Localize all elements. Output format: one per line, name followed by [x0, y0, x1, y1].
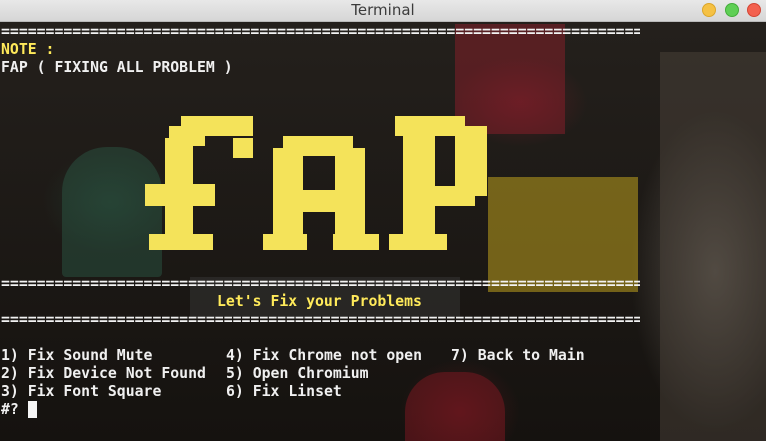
minimize-button[interactable]: [702, 3, 716, 17]
fap-ascii-banner: [145, 116, 490, 260]
menu-item-fix-sound-mute[interactable]: 1) Fix Sound Mute: [1, 347, 152, 365]
shell-prompt: #?: [1, 401, 19, 418]
text-cursor[interactable]: [28, 401, 37, 418]
note-text: FAP ( FIXING ALL PROBLEM ): [1, 59, 233, 76]
separator-line: ========================================…: [1, 23, 640, 40]
terminal-area[interactable]: ========================================…: [0, 22, 766, 441]
wallpaper-mailbox-bottom: [405, 372, 505, 441]
menu-heading: Let's Fix your Problems: [217, 293, 422, 310]
menu-item-fix-linset[interactable]: 6) Fix Linset: [226, 383, 342, 401]
menu-item-fix-font-square[interactable]: 3) Fix Font Square: [1, 383, 161, 401]
menu-item-fix-chrome-not-open[interactable]: 4) Fix Chrome not open: [226, 347, 422, 365]
separator-line: ========================================…: [1, 311, 640, 328]
menu-item-back-to-main[interactable]: 7) Back to Main: [451, 347, 585, 365]
note-label: NOTE :: [1, 41, 55, 58]
window-title: Terminal: [351, 1, 415, 19]
title-bar[interactable]: Terminal: [0, 0, 766, 22]
menu-item-fix-device-not-found[interactable]: 2) Fix Device Not Found: [1, 365, 206, 383]
maximize-button[interactable]: [725, 3, 739, 17]
separator-line: ========================================…: [1, 275, 640, 292]
fap-banner-graphic: [145, 116, 487, 250]
close-button[interactable]: [747, 3, 761, 17]
terminal-window: Terminal ===============================…: [0, 0, 766, 441]
menu-item-open-chromium[interactable]: 5) Open Chromium: [226, 365, 369, 383]
wallpaper-figure: [660, 52, 766, 441]
